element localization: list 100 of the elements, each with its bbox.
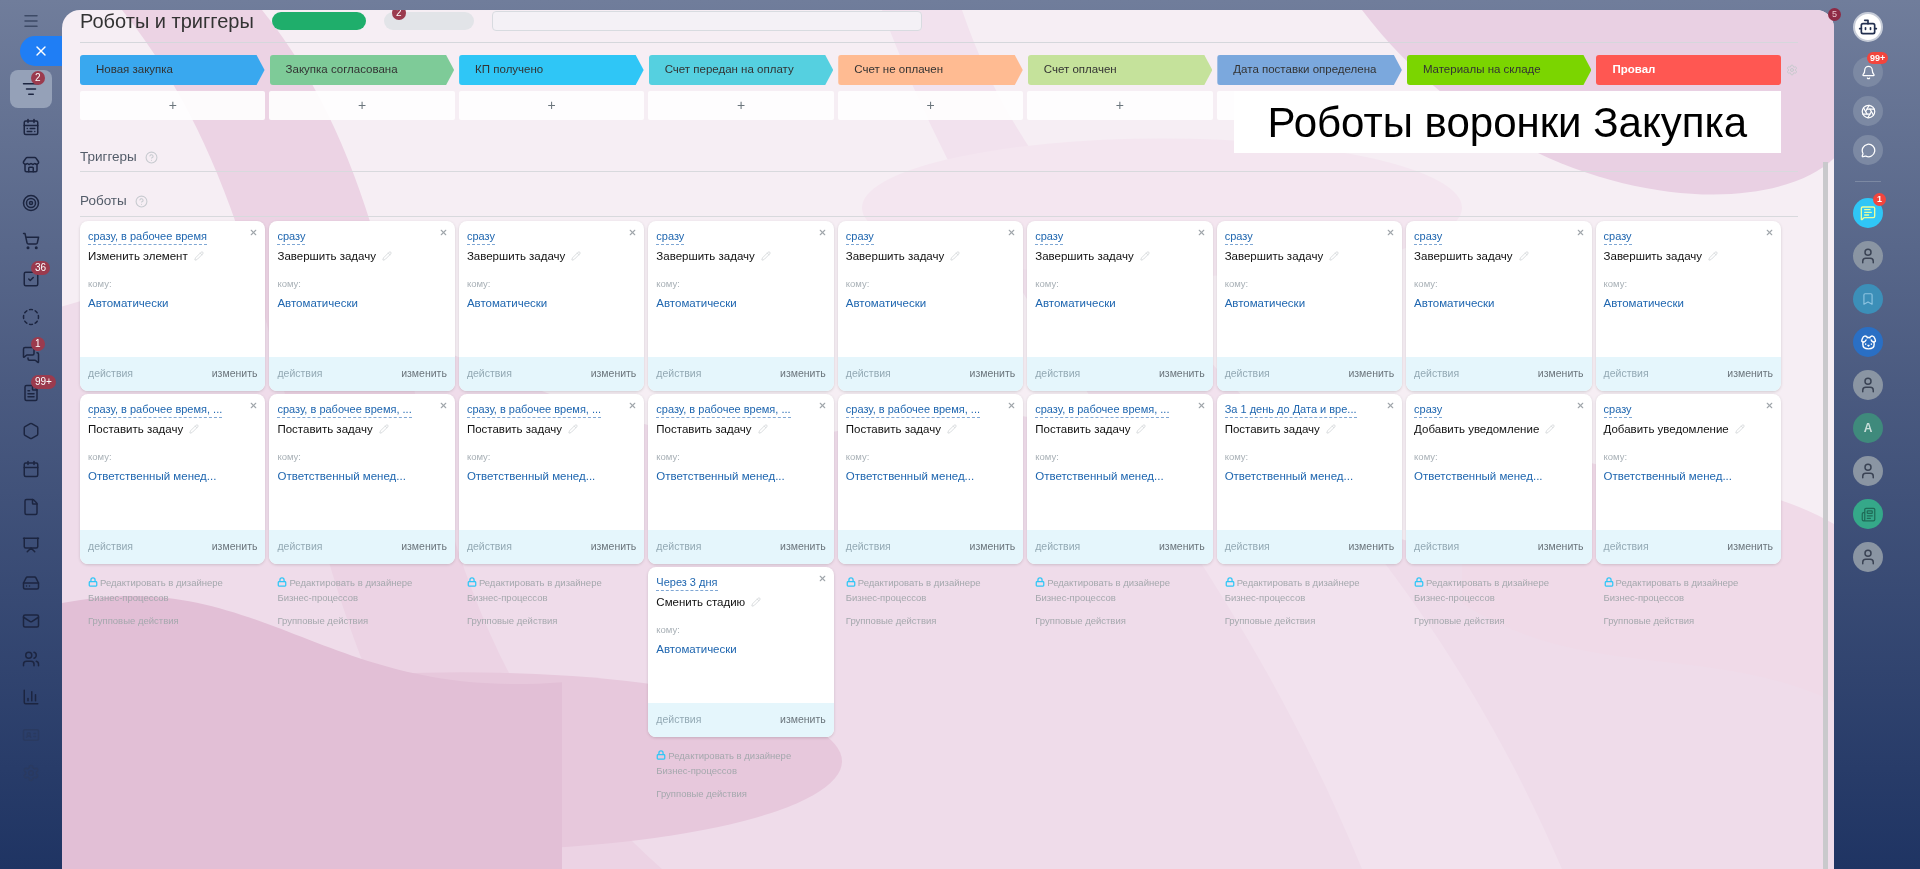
delay-link[interactable]: сразу [1414,401,1443,418]
recipient-link[interactable]: Автоматически [1035,295,1197,313]
delay-link[interactable]: сразу, в рабочее время, ... [845,401,981,418]
robot-card[interactable]: сразу Завершить задачу кому: Автоматически действия изменить [1216,220,1403,391]
recipient-link[interactable]: Ответственный менед... [277,468,439,486]
contact-avatar[interactable] [1853,370,1883,400]
pencil-icon[interactable] [381,251,392,262]
stage-tab[interactable]: Дата поставки определена [1217,55,1402,85]
close-icon[interactable] [438,227,448,237]
sidebar-item[interactable]: 36 [10,260,52,298]
robot-card[interactable]: сразу Добавить уведомление кому: Ответственный менед... действия изменить [1595,393,1781,564]
stage-tab[interactable]: Счет оплачен [1027,55,1213,85]
robot-card[interactable]: сразу Завершить задачу кому: Автоматически действия изменить [1027,220,1213,391]
delay-link[interactable]: сразу, в рабочее время, ... [656,401,791,418]
recipient-link[interactable]: Автоматически [1603,295,1765,313]
pencil-icon[interactable] [946,424,957,435]
add-robot-button[interactable]: + [269,91,455,120]
notifications-button[interactable] [1853,57,1883,87]
pencil-icon[interactable] [1325,424,1336,435]
close-icon[interactable] [628,400,638,410]
sidebar-item[interactable]: 2 [10,70,52,108]
recipient-link[interactable]: Ответственный менед... [1414,468,1576,486]
close-icon[interactable] [1007,227,1017,237]
pencil-icon[interactable] [751,597,762,608]
robot-card[interactable]: сразу, в рабочее время, ... Поставить задачу кому: Ответственный менед... действия изменить [458,393,645,564]
add-robot-button[interactable]: + [458,91,645,120]
stage-tab[interactable]: КП получено [459,55,644,85]
edit-link[interactable]: изменить [1537,365,1584,382]
search-field[interactable] [491,11,922,31]
edit-link[interactable]: изменить [211,365,258,382]
recipient-link[interactable]: Ответственный менед... [466,468,629,486]
recipient-link[interactable]: Автоматически [656,295,818,313]
delay-link[interactable]: сразу, в рабочее время, ... [277,401,412,418]
pencil-icon[interactable] [760,251,771,262]
delay-link[interactable]: сразу [1035,228,1064,245]
contact-avatar[interactable] [1853,198,1883,228]
contact-avatar[interactable] [1853,456,1883,486]
pencil-icon[interactable] [189,424,200,435]
robot-card[interactable]: сразу Завершить задачу кому: Автоматически действия изменить [1406,220,1592,391]
pencil-icon[interactable] [193,251,204,262]
robot-card[interactable]: сразу, в рабочее время, ... Поставить задачу кому: Ответственный менед... действия изменить [1027,393,1213,564]
recipient-link[interactable]: Ответственный менед... [656,468,818,486]
close-icon[interactable] [1007,400,1017,410]
recipient-link[interactable]: Автоматически [88,295,250,313]
contact-avatar[interactable] [1853,284,1883,314]
recipient-link[interactable]: Автоматически [466,295,629,313]
robot-card[interactable]: сразу, в рабочее время, ... Поставить задачу кому: Ответственный менед... действия изменить [837,393,1024,564]
close-icon[interactable] [628,227,638,237]
close-icon[interactable] [817,227,827,237]
stage-tab[interactable]: Провал [1596,55,1781,85]
edit-link[interactable]: изменить [590,365,637,382]
delay-link[interactable]: сразу [466,228,495,245]
recipient-link[interactable]: Автоматически [845,295,1008,313]
help-icon[interactable] [144,150,158,164]
robot-card[interactable]: сразу Завершить задачу кому: Автоматически действия изменить [269,220,455,391]
sidebar-item[interactable]: 1 [10,336,52,374]
edit-link[interactable]: изменить [590,538,637,555]
close-icon[interactable] [1386,400,1396,410]
edit-link[interactable]: изменить [1348,538,1395,555]
recipient-link[interactable]: Ответственный менед... [1035,468,1197,486]
pencil-icon[interactable] [1545,424,1556,435]
close-icon[interactable] [1575,227,1585,237]
delay-link[interactable]: сразу [845,228,874,245]
contact-avatar[interactable] [1853,327,1883,357]
pencil-icon[interactable] [568,424,579,435]
edit-link[interactable]: изменить [401,538,447,555]
robot-card[interactable]: сразу Завершить задачу кому: Автоматически действия изменить [648,220,834,391]
chat-button[interactable] [1853,135,1883,165]
robot-card[interactable]: сразу, в рабочее время, ... Поставить задачу кому: Ответственный менед... действия изменить [80,393,266,564]
close-icon[interactable] [817,400,827,410]
contact-avatar[interactable] [1853,499,1883,529]
close-icon[interactable] [249,227,259,237]
edit-link[interactable]: изменить [401,365,447,382]
close-icon[interactable] [1765,400,1774,410]
menu-icon[interactable] [22,12,40,30]
delay-link[interactable]: Через 3 дня [656,574,718,591]
edit-link[interactable]: изменить [1158,538,1205,555]
delay-link[interactable]: сразу, в рабочее время, ... [88,401,223,418]
add-robot-button[interactable]: + [837,91,1024,120]
stage-tab[interactable]: Закупка согласована [269,55,455,85]
pencil-icon[interactable] [1329,251,1340,262]
close-icon[interactable] [817,573,827,583]
pencil-icon[interactable] [1734,424,1745,435]
stage-tab[interactable]: Счет не оплачен [838,55,1023,85]
delay-link[interactable]: сразу, в рабочее время [88,228,207,245]
delay-link[interactable]: сразу [1603,228,1632,245]
robot-card[interactable]: Через 3 дня Сменить стадию кому: Автоматически действия изменить [648,566,834,737]
add-robot-button[interactable]: + [1027,91,1213,120]
close-icon[interactable] [1196,227,1206,237]
edit-link[interactable]: изменить [1537,538,1584,555]
aperture-button[interactable] [1853,96,1883,126]
robot-card[interactable]: сразу Завершить задачу кому: Автоматически действия изменить [837,220,1024,391]
pencil-icon[interactable] [950,251,961,262]
edit-link[interactable]: изменить [1727,538,1773,555]
pencil-icon[interactable] [378,424,389,435]
profile-avatar[interactable] [1853,12,1883,42]
robot-card[interactable]: За 1 день до Дата и вре... Поставить задачу кому: Ответственный менед... действия изменить [1216,393,1403,564]
recipient-link[interactable]: Ответственный менед... [1224,468,1387,486]
edit-link[interactable]: изменить [1348,365,1395,382]
pencil-icon[interactable] [1139,251,1150,262]
